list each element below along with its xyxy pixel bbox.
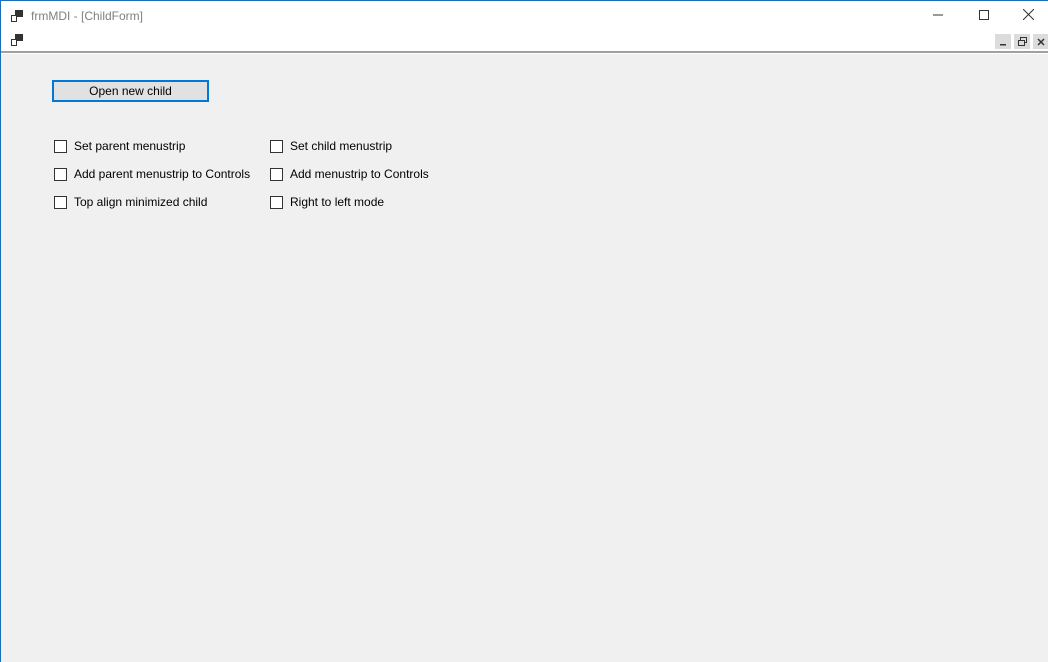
set-child-menustrip-checkbox[interactable]: Set child menustrip xyxy=(270,138,392,154)
close-button[interactable] xyxy=(1005,1,1048,31)
right-to-left-mode-checkbox[interactable]: Right to left mode xyxy=(270,194,384,210)
maximize-icon xyxy=(979,9,989,23)
mdi-parent-window: frmMDI - [ChildForm] Open new child Set … xyxy=(0,0,1048,662)
maximize-button[interactable] xyxy=(961,1,1007,31)
checkbox-square[interactable] xyxy=(54,195,67,209)
child-minimize-icon xyxy=(999,35,1007,49)
title-bar[interactable]: frmMDI - [ChildForm] xyxy=(1,1,1048,31)
set-parent-menustrip-checkbox[interactable]: Set parent menustrip xyxy=(54,138,185,154)
checkbox-square[interactable] xyxy=(54,139,67,153)
checkbox-label: Top align minimized child xyxy=(74,195,208,209)
child-close-icon xyxy=(1037,35,1045,49)
child-minimize-button[interactable] xyxy=(995,34,1011,49)
mdi-app-icon[interactable] xyxy=(11,10,23,22)
child-close-button[interactable] xyxy=(1033,34,1048,49)
child-restore-icon xyxy=(1017,35,1027,49)
checkbox-square[interactable] xyxy=(270,195,283,209)
checkbox-label: Add parent menustrip to Controls xyxy=(74,167,251,181)
checkbox-label: Right to left mode xyxy=(290,195,385,209)
checkbox-label: Set child menustrip xyxy=(290,139,393,153)
checkbox-square[interactable] xyxy=(270,167,283,181)
checkbox-square[interactable] xyxy=(54,167,67,181)
minimize-button[interactable] xyxy=(915,1,961,31)
checkbox-square[interactable] xyxy=(270,139,283,153)
checkbox-label: Set parent menustrip xyxy=(74,139,186,153)
child-form-icon[interactable] xyxy=(11,34,23,46)
child-form-client-area: Open new child Set parent menustrip Set … xyxy=(4,54,1048,662)
checkbox-label: Add menustrip to Controls xyxy=(290,167,429,181)
open-new-child-button[interactable]: Open new child xyxy=(52,80,209,102)
mdi-menu-strip xyxy=(1,31,1048,51)
child-restore-button[interactable] xyxy=(1014,34,1030,49)
window-title: frmMDI - [ChildForm] xyxy=(31,9,143,23)
minimize-icon xyxy=(933,9,943,23)
top-align-minimized-child-checkbox[interactable]: Top align minimized child xyxy=(54,194,207,210)
close-icon xyxy=(1022,8,1034,23)
add-parent-menustrip-to-controls-checkbox[interactable]: Add parent menustrip to Controls xyxy=(54,166,250,182)
add-menustrip-to-controls-checkbox[interactable]: Add menustrip to Controls xyxy=(270,166,429,182)
